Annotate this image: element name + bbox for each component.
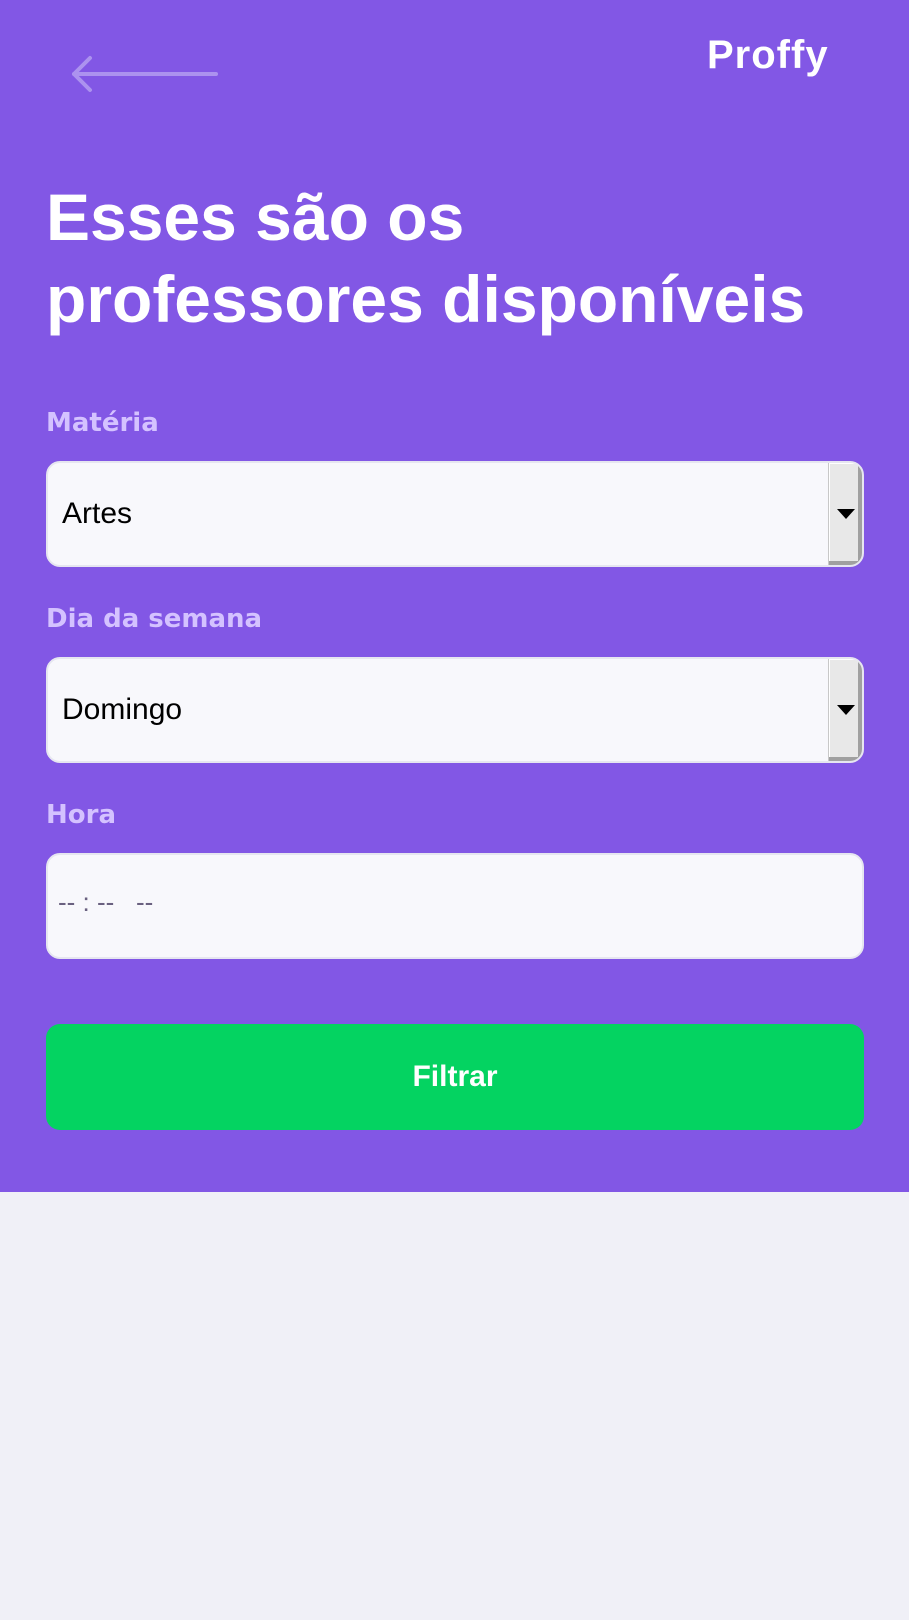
week-day-select-value: Domingo — [62, 693, 183, 726]
subject-select[interactable]: Artes — [46, 461, 864, 567]
chevron-down-icon — [837, 705, 855, 715]
teacher-list-area — [0, 1192, 909, 1620]
page-header: Proffy Esses são os professores disponív… — [0, 0, 909, 1192]
week-day-select[interactable]: Domingo — [46, 657, 864, 763]
chevron-down-icon — [837, 509, 855, 519]
subject-select-dropdown-button[interactable] — [828, 463, 862, 565]
page-title: Esses são os professores disponíveis — [46, 176, 866, 340]
page-title-line-2: professores disponíveis — [46, 262, 806, 336]
svg-text:Proffy: Proffy — [707, 36, 829, 77]
week-day-select-dropdown-button[interactable] — [828, 659, 862, 761]
page-title-line-1: Esses são os — [46, 180, 465, 254]
time-input-value: -- : -- -- — [58, 887, 154, 917]
proffy-logo: Proffy — [707, 36, 839, 80]
back-button[interactable] — [68, 52, 222, 96]
filter-button[interactable]: Filtrar — [46, 1024, 864, 1130]
time-label: Hora — [46, 800, 116, 830]
week-day-label: Dia da semana — [46, 604, 263, 634]
arrow-left-icon — [72, 56, 218, 92]
subject-label: Matéria — [46, 408, 159, 438]
subject-select-value: Artes — [62, 497, 133, 530]
time-input[interactable]: -- : -- -- — [46, 853, 864, 959]
